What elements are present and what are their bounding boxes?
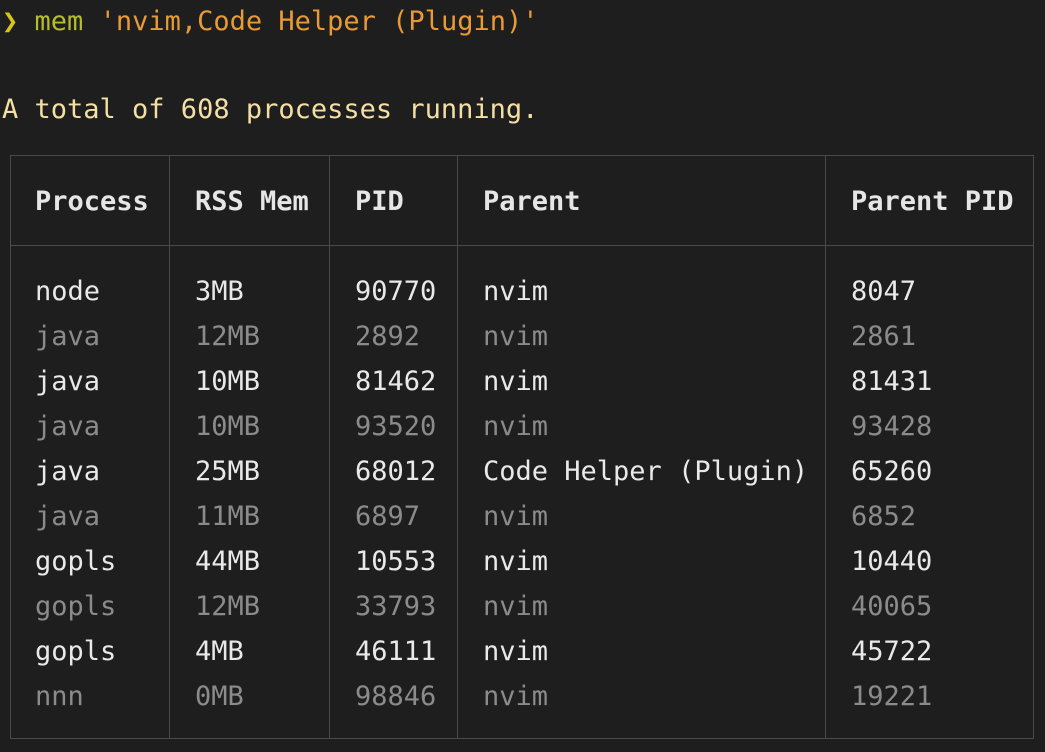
parent-cell: nvim bbox=[483, 366, 549, 397]
parent-pid-cell: 65260 bbox=[851, 456, 933, 487]
header-rss-mem: RSS Mem bbox=[195, 186, 309, 217]
process-cell: java bbox=[35, 321, 101, 352]
process-table: Process RSS Mem PID Parent Parent PID no… bbox=[10, 155, 1034, 739]
pid-cell: 81462 bbox=[355, 366, 437, 397]
table-row: java 25MB 68012 Code Helper (Plugin) 652… bbox=[11, 449, 1033, 494]
header-pid: PID bbox=[355, 186, 404, 217]
rss-cell: 0MB bbox=[195, 681, 244, 712]
header-parent-pid: Parent PID bbox=[851, 186, 1014, 217]
rss-cell: 10MB bbox=[195, 411, 261, 442]
table-row: java 11MB 6897 nvim 6852 bbox=[11, 494, 1033, 539]
table-row: java 12MB 2892 nvim 2861 bbox=[11, 314, 1033, 359]
pid-cell: 6897 bbox=[355, 501, 421, 532]
rss-cell: 12MB bbox=[195, 591, 261, 622]
pid-cell: 2892 bbox=[355, 321, 421, 352]
process-count-summary: A total of 608 processes running. bbox=[2, 94, 539, 125]
parent-cell: nvim bbox=[483, 501, 549, 532]
parent-cell: nvim bbox=[483, 636, 549, 667]
command-argument: 'nvim,Code Helper (Plugin)' bbox=[99, 6, 539, 37]
rss-cell: 3MB bbox=[195, 276, 244, 307]
header-process: Process bbox=[35, 186, 149, 217]
table-body: node 3MB 90770 nvim 8047 java 12MB 2892 … bbox=[11, 269, 1033, 719]
parent-cell: nvim bbox=[483, 681, 549, 712]
parent-pid-cell: 45722 bbox=[851, 636, 933, 667]
prompt-chevron-icon: ❯ bbox=[2, 6, 19, 37]
parent-cell: nvim bbox=[483, 276, 549, 307]
process-cell: java bbox=[35, 501, 101, 532]
parent-pid-cell: 93428 bbox=[851, 411, 933, 442]
rss-cell: 25MB bbox=[195, 456, 261, 487]
pid-cell: 46111 bbox=[355, 636, 437, 667]
parent-cell: nvim bbox=[483, 411, 549, 442]
pid-cell: 10553 bbox=[355, 546, 437, 577]
parent-cell: nvim bbox=[483, 591, 549, 622]
process-cell: gopls bbox=[35, 591, 117, 622]
header-parent: Parent bbox=[483, 186, 581, 217]
pid-cell: 98846 bbox=[355, 681, 437, 712]
parent-pid-cell: 40065 bbox=[851, 591, 933, 622]
parent-pid-cell: 6852 bbox=[851, 501, 917, 532]
parent-cell: nvim bbox=[483, 546, 549, 577]
table-row: gopls 44MB 10553 nvim 10440 bbox=[11, 539, 1033, 584]
process-cell: gopls bbox=[35, 546, 117, 577]
table-row: gopls 4MB 46111 nvim 45722 bbox=[11, 629, 1033, 674]
pid-cell: 33793 bbox=[355, 591, 437, 622]
table-row: java 10MB 81462 nvim 81431 bbox=[11, 359, 1033, 404]
process-cell: java bbox=[35, 411, 101, 442]
process-cell: nnn bbox=[35, 681, 84, 712]
parent-cell: Code Helper (Plugin) bbox=[483, 456, 809, 487]
parent-cell: nvim bbox=[483, 321, 549, 352]
rss-cell: 12MB bbox=[195, 321, 261, 352]
pid-cell: 90770 bbox=[355, 276, 437, 307]
parent-pid-cell: 81431 bbox=[851, 366, 933, 397]
process-cell: java bbox=[35, 366, 101, 397]
command-prompt-line: ❯ mem 'nvim,Code Helper (Plugin)' bbox=[2, 2, 538, 42]
process-cell: node bbox=[35, 276, 101, 307]
parent-pid-cell: 8047 bbox=[851, 276, 917, 307]
parent-pid-cell: 2861 bbox=[851, 321, 917, 352]
pid-cell: 93520 bbox=[355, 411, 437, 442]
rss-cell: 10MB bbox=[195, 366, 261, 397]
process-cell: java bbox=[35, 456, 101, 487]
table-row: java 10MB 93520 nvim 93428 bbox=[11, 404, 1033, 449]
parent-pid-cell: 10440 bbox=[851, 546, 933, 577]
process-cell: gopls bbox=[35, 636, 117, 667]
pid-cell: 68012 bbox=[355, 456, 437, 487]
header-divider bbox=[11, 245, 1033, 246]
table-row: nnn 0MB 98846 nvim 19221 bbox=[11, 674, 1033, 719]
table-row: node 3MB 90770 nvim 8047 bbox=[11, 269, 1033, 314]
rss-cell: 11MB bbox=[195, 501, 261, 532]
rss-cell: 44MB bbox=[195, 546, 261, 577]
table-row: gopls 12MB 33793 nvim 40065 bbox=[11, 584, 1033, 629]
command-name: mem bbox=[34, 6, 84, 37]
rss-cell: 4MB bbox=[195, 636, 244, 667]
parent-pid-cell: 19221 bbox=[851, 681, 933, 712]
